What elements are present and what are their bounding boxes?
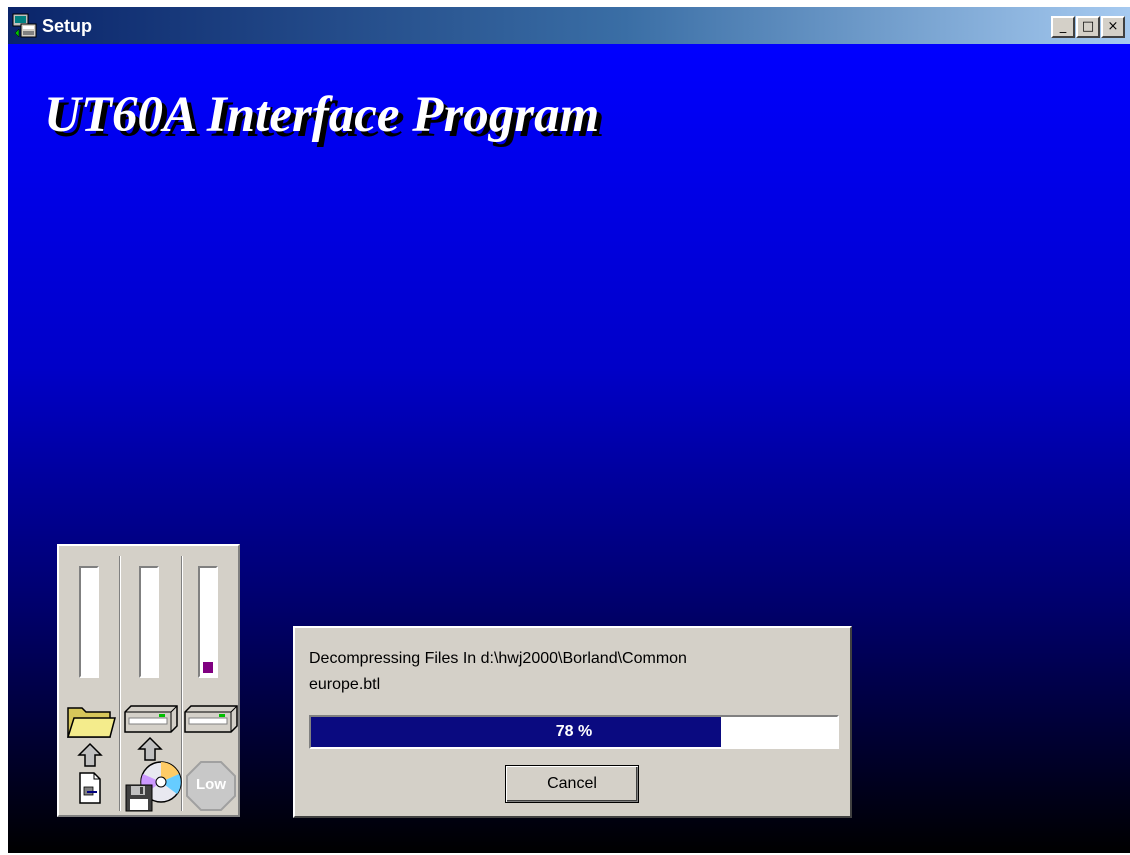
maximize-button[interactable]: □	[1076, 16, 1100, 38]
destination-disk-gauge	[139, 566, 159, 678]
source-files-gauge	[79, 566, 99, 678]
disk-drive-icon	[184, 705, 238, 733]
up-arrow-icon	[137, 736, 163, 761]
low-stop-icon: Low	[185, 760, 237, 812]
current-file-text: europe.btl	[309, 676, 381, 693]
meter-divider	[119, 556, 121, 811]
product-heading: UT60A Interface Program	[44, 87, 600, 143]
installer-background: UT60A Interface Program Low Decompressin…	[8, 44, 1130, 853]
low-label: Low	[196, 776, 226, 793]
cancel-button[interactable]: Cancel	[505, 765, 639, 803]
disk-drive-icon	[124, 705, 178, 733]
disk-space-gauge-fill	[203, 662, 213, 673]
status-text: Decompressing Files In d:\hwj2000\Borlan…	[309, 650, 687, 667]
install-meters-panel: Low	[57, 544, 240, 817]
progress-bar: 78 %	[309, 715, 839, 749]
progress-percent-label: 78 %	[555, 723, 593, 740]
up-arrow-icon	[77, 742, 103, 767]
progress-dialog: Decompressing Files In d:\hwj2000\Borlan…	[293, 626, 852, 818]
close-button[interactable]: ×	[1101, 16, 1125, 38]
document-icon	[79, 772, 101, 804]
title-bar[interactable]: Setup _ □ ×	[8, 7, 1130, 44]
minimize-button[interactable]: _	[1051, 16, 1075, 38]
setup-app-icon	[12, 13, 37, 38]
disk-space-gauge	[198, 566, 218, 678]
floppy-icon	[125, 784, 153, 812]
folder-icon	[66, 707, 116, 738]
window-title: Setup	[42, 16, 93, 36]
